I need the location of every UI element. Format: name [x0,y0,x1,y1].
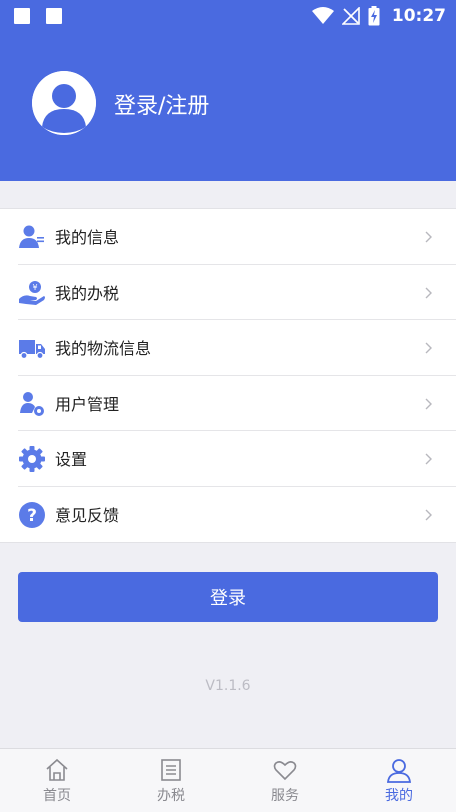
tab-home[interactable]: 首页 [0,749,114,812]
list-icon [161,759,181,781]
wifi-icon [311,7,334,24]
login-register-link[interactable]: 登录/注册 [114,88,209,120]
menu-item-label: 我的信息 [55,228,120,248]
login-button[interactable]: 登录 [18,572,438,622]
user-icon [386,759,412,783]
heart-icon [273,761,297,781]
profile-header[interactable]: 登录/注册 [0,32,456,181]
menu-item-settings[interactable]: 设置 [18,431,456,487]
menu-list: 我的信息 ¥ 我的办税 我的物流信息 用户管理 设置 ? 意见反馈 [0,208,456,543]
menu-item-label: 用户管理 [55,394,120,414]
tab-mine[interactable]: 我的 [342,749,456,812]
version-label: V1.1.6 [205,678,251,694]
no-signal-icon [341,7,360,25]
menu-item-label: 我的物流信息 [55,339,152,359]
chevron-right-icon [425,509,432,520]
chevron-right-icon [425,398,432,409]
svg-text:¥: ¥ [32,283,37,292]
battery-charging-icon [368,6,380,26]
notification-square-icon [46,8,62,24]
menu-item-feedback[interactable]: ? 意见反馈 [18,487,456,543]
chevron-right-icon [425,231,432,243]
question-icon: ? [19,501,45,528]
menu-item-my-info[interactable]: 我的信息 [18,209,456,265]
chevron-right-icon [425,453,432,465]
chevron-right-icon [425,287,432,298]
status-time: 10:27 [391,6,446,26]
chevron-right-icon [425,342,432,354]
gear-icon [19,446,45,472]
menu-item-label: 设置 [55,450,88,470]
menu-item-label: 意见反馈 [55,506,120,526]
tab-label: 我的 [385,788,413,804]
tab-service[interactable]: 服务 [228,749,342,812]
tab-label: 首页 [43,788,71,804]
tax-hand-icon: ¥ [19,280,45,305]
notification-square-icon [14,8,30,24]
bottom-tab-bar: 首页 办税 服务 我的 [0,748,456,812]
menu-item-my-logistics[interactable]: 我的物流信息 [18,320,456,376]
svg-text:?: ? [27,506,37,526]
status-bar: 10:27 [0,0,456,32]
tab-label: 服务 [271,788,299,804]
user-settings-icon [20,391,44,416]
menu-item-user-management[interactable]: 用户管理 [18,376,456,431]
tab-label: 办税 [157,788,185,804]
menu-item-my-tax[interactable]: ¥ 我的办税 [18,265,456,320]
tab-tax[interactable]: 办税 [114,749,228,812]
user-info-icon [19,225,44,248]
truck-icon [19,340,45,360]
menu-item-label: 我的办税 [55,283,120,303]
user-avatar-icon[interactable] [32,71,96,135]
home-icon [46,758,68,781]
